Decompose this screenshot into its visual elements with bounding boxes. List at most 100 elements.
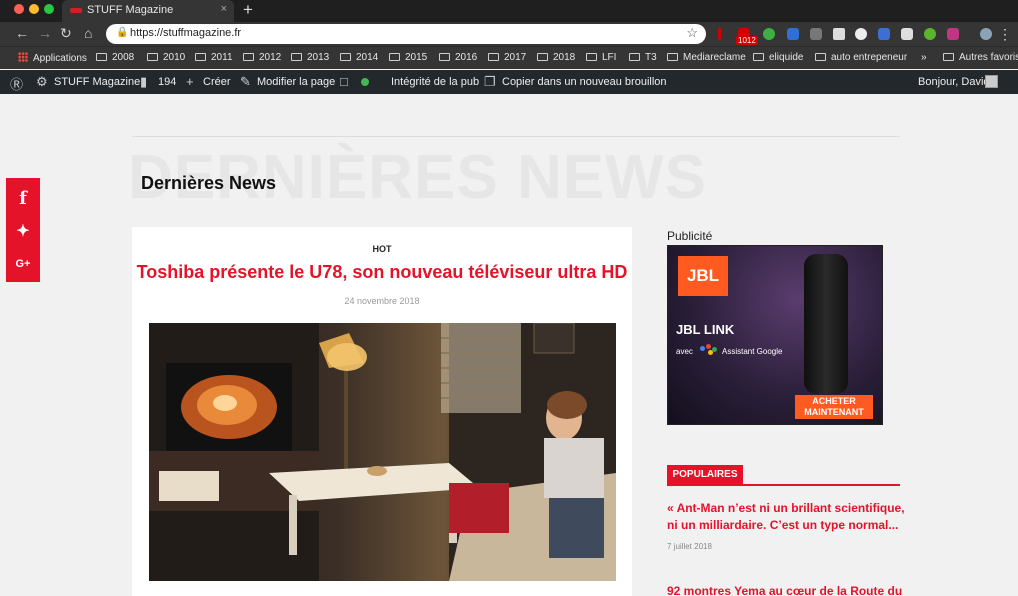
window-minimize-button[interactable]	[29, 4, 39, 14]
bookmark-item[interactable]: LFI	[586, 52, 616, 63]
forward-arrow-icon[interactable]: →	[38, 25, 52, 41]
folder-icon	[195, 53, 206, 61]
article-image[interactable]	[149, 323, 616, 581]
recycle-extension-icon[interactable]	[810, 28, 822, 40]
check-extension-icon[interactable]	[924, 28, 936, 40]
bookmark-item[interactable]: 2013	[291, 52, 329, 63]
speaker-image	[804, 254, 848, 394]
url-text[interactable]: https://stuffmagazine.fr	[130, 27, 241, 39]
comments-count[interactable]: 194	[158, 76, 176, 88]
site-dashboard-icon[interactable]: ⚙	[36, 74, 48, 90]
ad-buy-button[interactable]: ACHETER MAINTENANT	[795, 395, 873, 419]
facebook-icon[interactable]: f	[6, 188, 40, 209]
page-content: DERNIÈRES NEWS Dernières News f ✦ G+ HOT…	[0, 94, 1018, 596]
window-close-button[interactable]	[14, 4, 24, 14]
ad-assistant-text: Assistant Google	[722, 347, 783, 356]
edit-page-link[interactable]: Modifier la page	[257, 76, 335, 88]
copy-draft-link[interactable]: Copier dans un nouveau brouillon	[502, 76, 667, 88]
folder-icon	[243, 53, 254, 61]
bookmark-item[interactable]: 2014	[340, 52, 378, 63]
jbl-logo: JBL	[678, 256, 728, 296]
bookmark-item[interactable]: eliquide	[753, 52, 803, 63]
bookmark-extension-icon[interactable]	[878, 28, 890, 40]
reload-icon[interactable]: ↻	[60, 25, 72, 42]
bookmark-item[interactable]: 2011	[195, 52, 233, 63]
shield-extension-icon[interactable]	[787, 28, 799, 40]
section-title: Dernières News	[141, 173, 277, 193]
google-assistant-dot	[712, 347, 717, 352]
bookmark-item[interactable]: 2012	[243, 52, 281, 63]
bookmark-label: »	[921, 52, 927, 63]
user-avatar[interactable]	[985, 75, 998, 88]
back-arrow-icon[interactable]: ←	[15, 25, 29, 41]
bookmark-item[interactable]: Applications	[18, 52, 87, 64]
article-card: HOT Toshiba présente le U78, son nouveau…	[132, 227, 632, 596]
divider	[132, 136, 900, 137]
browser-toolbar: ← → ↻ ⌂ 🔒 https://stuffmagazine.fr ☆ 101…	[0, 22, 1018, 46]
google-plus-icon[interactable]: G+	[6, 258, 40, 270]
browser-tab[interactable]: STUFF Magazine ×	[62, 0, 234, 22]
twitter-icon[interactable]: ✦	[6, 221, 40, 241]
new-tab-button[interactable]: +	[243, 0, 253, 20]
folder-icon	[439, 53, 450, 61]
article-title[interactable]: Toshiba présente le U78, son nouveau tél…	[132, 262, 632, 283]
bookmark-label: T3	[645, 52, 657, 63]
plus-icon[interactable]: +	[186, 74, 194, 89]
printer-extension-icon[interactable]	[901, 28, 913, 40]
article-date: 24 novembre 2018	[344, 296, 420, 306]
article-tag[interactable]: HOT	[132, 244, 632, 254]
bookmark-item[interactable]: 2008	[96, 52, 134, 63]
bookmark-label: auto entrepeneur	[831, 52, 908, 63]
profile-avatar-icon[interactable]	[980, 28, 992, 40]
address-bar[interactable]: 🔒 https://stuffmagazine.fr ☆	[106, 24, 706, 44]
bookmark-star-icon[interactable]: ☆	[686, 25, 698, 41]
folder-icon	[753, 53, 764, 61]
bookmark-item[interactable]: 2018	[537, 52, 575, 63]
folder-icon	[488, 53, 499, 61]
folder-icon	[291, 53, 302, 61]
folder-icon	[340, 53, 351, 61]
speed-extension-icon[interactable]	[855, 28, 867, 40]
bookmark-item[interactable]: 2016	[439, 52, 477, 63]
jbl-advert[interactable]: JBL JBL LINK avec Assistant Google ACHET…	[667, 245, 883, 425]
comments-icon[interactable]: ▮	[140, 74, 147, 90]
seo-status-dot	[361, 78, 369, 86]
popular-heading: POPULAIRES	[667, 465, 743, 485]
pencil-icon[interactable]: ✎	[240, 74, 251, 90]
bookmark-item[interactable]: Mediareclame	[667, 52, 746, 63]
mail-count-badge: 1012	[736, 36, 758, 45]
bookmarks-bar: Applications 2008 2010 2011 2012 2013 2014 2015…	[0, 46, 1018, 69]
bookmark-item[interactable]: Autres favoris	[943, 52, 1018, 63]
browser-menu-icon[interactable]: ⋮	[998, 26, 1012, 43]
bookmark-label: 2012	[259, 52, 282, 63]
evernote-extension-icon[interactable]	[763, 28, 775, 40]
home-icon[interactable]: ⌂	[84, 25, 92, 41]
bookmark-overflow[interactable]: »	[921, 52, 927, 63]
instagram-extension-icon[interactable]	[947, 28, 959, 40]
bookmark-item[interactable]: auto entrepeneur	[815, 52, 907, 63]
bookmark-item[interactable]: 2015	[389, 52, 427, 63]
site-name-link[interactable]: STUFF Magazine	[54, 76, 140, 88]
tab-close-icon[interactable]: ×	[221, 3, 227, 15]
popular-item-title[interactable]: 92 montres Yema au cœur de la Route du	[667, 583, 907, 596]
google-assistant-icon	[700, 346, 705, 351]
drive-extension-icon[interactable]	[833, 28, 845, 40]
living-room-illustration	[149, 323, 616, 581]
window-zoom-button[interactable]	[44, 4, 54, 14]
ad-integrity-link[interactable]: Intégrité de la pub	[391, 76, 479, 88]
bookmark-item[interactable]: 2017	[488, 52, 526, 63]
create-link[interactable]: Créer	[203, 76, 231, 88]
google-assistant-dot	[706, 344, 711, 349]
copy-icon[interactable]: ❐	[484, 74, 496, 90]
bookmark-label: Autres favoris	[959, 52, 1018, 63]
popular-item-title[interactable]: « Ant-Man n’est ni un brillant scientifi…	[667, 500, 907, 534]
bookmark-item[interactable]: T3	[629, 52, 657, 63]
bookmark-item[interactable]: 2010	[147, 52, 185, 63]
yoast-icon[interactable]: □	[340, 74, 348, 89]
user-greeting[interactable]: Bonjour, David	[918, 76, 990, 88]
folder-icon	[96, 53, 107, 61]
extension-alert-icon[interactable]	[718, 28, 721, 40]
wordpress-logo-icon[interactable]: Ⓡ	[10, 74, 23, 93]
bookmark-label: 2013	[307, 52, 330, 63]
folder-icon	[586, 53, 597, 61]
